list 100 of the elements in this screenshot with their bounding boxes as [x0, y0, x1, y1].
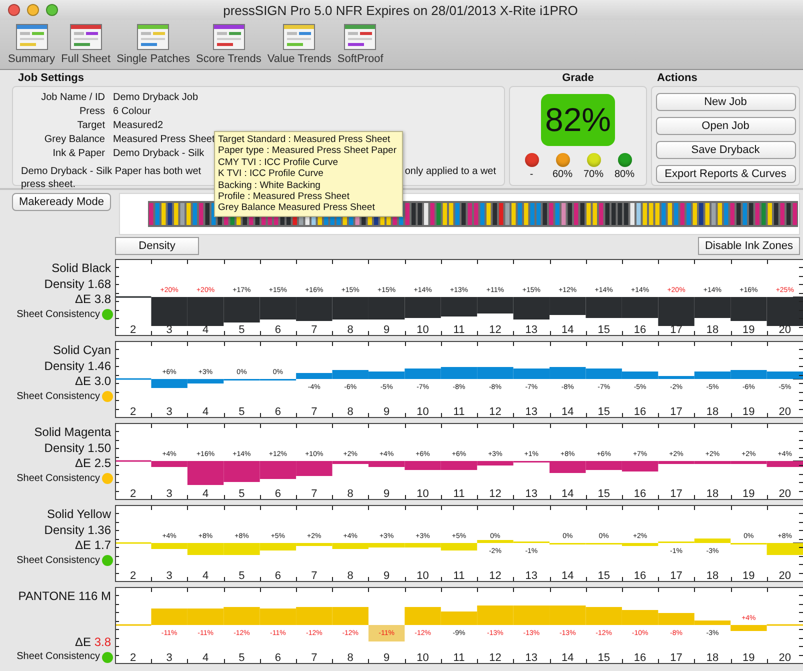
- zone-number: 10: [416, 406, 429, 418]
- grade-score: 82%: [541, 94, 615, 146]
- zone-number: 5: [238, 324, 245, 336]
- note-text: Demo Dryback - Silk Paper has both wet: [21, 165, 202, 178]
- zone-number: 14: [562, 570, 574, 582]
- field-label: Press: [78, 105, 105, 119]
- zone-number: 17: [670, 570, 682, 582]
- toolbar-button[interactable]: Single Patches: [114, 20, 192, 69]
- toolbar-button[interactable]: Value Trends: [265, 20, 334, 69]
- action-button[interactable]: New Job: [656, 93, 796, 111]
- toolbar-button[interactable]: Summary: [6, 20, 58, 69]
- zone-number: 4: [202, 324, 209, 336]
- zone-number: 3: [166, 652, 172, 664]
- zone-number: 8: [347, 570, 354, 582]
- zone-number: 13: [525, 570, 538, 582]
- zone-number: 6: [274, 652, 281, 664]
- zone-number: 9: [384, 652, 390, 664]
- report-thumbnail-icon: [16, 24, 48, 50]
- density-value: Density 1.68: [44, 276, 111, 292]
- zone-number: 11: [453, 570, 465, 582]
- field-value: Measured Press Sheet: [113, 133, 215, 147]
- zone-number: 20: [778, 652, 792, 664]
- field-value: Demo Dryback Job: [113, 91, 198, 105]
- report-thumbnail-icon: [70, 24, 102, 50]
- action-button[interactable]: Save Dryback: [656, 141, 796, 159]
- zone-number: 3: [166, 570, 172, 582]
- report-thumbnail-icon: [137, 24, 170, 50]
- zone-number: 15: [598, 324, 610, 336]
- zone-number: 16: [634, 570, 646, 582]
- zone-number: 7: [311, 488, 318, 500]
- field-value: 6 Colour: [113, 105, 151, 119]
- note-text: press sheet.: [21, 178, 76, 191]
- delta-e-value: ΔE 3.8: [74, 292, 111, 308]
- zone-number: 6: [274, 570, 281, 582]
- zone-number: 3: [166, 406, 172, 418]
- zone-number: 17: [670, 488, 682, 500]
- density-button[interactable]: Density: [115, 237, 199, 255]
- section-title: Job Settings: [18, 72, 86, 85]
- zone-number: 17: [670, 324, 682, 336]
- field-label: Target: [76, 119, 105, 133]
- zone-number: 7: [311, 324, 318, 336]
- zone-number: 14: [562, 488, 574, 500]
- action-button[interactable]: Open Job: [656, 117, 796, 135]
- sheet-consistency-label: Sheet Consistency: [16, 650, 100, 664]
- zone-number: 17: [670, 652, 682, 664]
- density-value: Density 1.36: [44, 522, 111, 538]
- zone-number: 4: [202, 652, 209, 664]
- sheet-consistency-label: Sheet Consistency: [16, 472, 100, 486]
- density-value: Density 1.50: [44, 440, 111, 456]
- zone-number: 19: [742, 570, 755, 582]
- field-value: Demo Dryback - Silk: [113, 147, 204, 161]
- zone-number: 7: [311, 652, 318, 664]
- threshold-label: 70%: [584, 169, 604, 180]
- zone-number: 10: [416, 324, 429, 336]
- section-title: Actions: [657, 72, 698, 85]
- zone-number: 13: [525, 488, 538, 500]
- zone-number: 11: [453, 652, 465, 664]
- threshold-label: 80%: [614, 169, 635, 180]
- zone-number: 2: [130, 652, 136, 664]
- ink-name: Solid Yellow: [46, 507, 111, 522]
- zone-number: 19: [742, 652, 755, 664]
- zone-number: 16: [634, 324, 646, 336]
- zone-number: 8: [347, 488, 354, 500]
- zone-number: 18: [706, 324, 719, 336]
- zone-number: 12: [489, 324, 502, 336]
- zone-number: 15: [598, 652, 610, 664]
- zone-number: 5: [238, 406, 245, 418]
- zone-number: 12: [489, 406, 502, 418]
- zone-number: 11: [453, 324, 465, 336]
- zone-number: 2: [130, 488, 136, 500]
- field-label: Ink & Paper: [52, 147, 105, 161]
- zone-number: 2: [130, 406, 136, 418]
- zone-number: 3: [166, 488, 172, 500]
- zone-number: 8: [347, 652, 354, 664]
- zone-number: 12: [489, 570, 502, 582]
- zone-number: 14: [562, 652, 574, 664]
- zone-number: 9: [384, 570, 390, 582]
- toolbar-button[interactable]: Full Sheet: [59, 20, 113, 69]
- zone-number: 9: [384, 488, 390, 500]
- zone-number: 17: [670, 406, 682, 418]
- delta-e-value: ΔE 3.8: [74, 634, 111, 650]
- disable-ink-zones-button[interactable]: Disable Ink Zones: [698, 237, 800, 255]
- zone-number: 12: [489, 652, 502, 664]
- action-button[interactable]: Export Reports & Curves: [656, 165, 796, 183]
- zone-number: 5: [238, 652, 245, 664]
- field-label: Grey Balance: [43, 133, 105, 147]
- minimize-button[interactable]: [27, 4, 39, 16]
- toolbar-button[interactable]: Score Trends: [194, 20, 264, 69]
- window-title: pressSIGN Pro 5.0 NFR Expires on 28/01/2013 X-Rite i1PRO: [222, 2, 579, 18]
- zone-number: 4: [202, 570, 209, 582]
- makeready-mode-button[interactable]: Makeready Mode: [12, 193, 111, 211]
- close-button[interactable]: [8, 4, 20, 16]
- zone-number: 19: [742, 488, 755, 500]
- report-thumbnail-icon: [212, 24, 245, 50]
- zone-number: 13: [525, 652, 538, 664]
- zone-number: 9: [384, 324, 390, 336]
- toolbar-button[interactable]: SoftProof: [335, 20, 386, 69]
- threshold-label: -: [530, 169, 534, 180]
- zone-number: 14: [562, 324, 574, 336]
- zoom-button[interactable]: [46, 4, 58, 16]
